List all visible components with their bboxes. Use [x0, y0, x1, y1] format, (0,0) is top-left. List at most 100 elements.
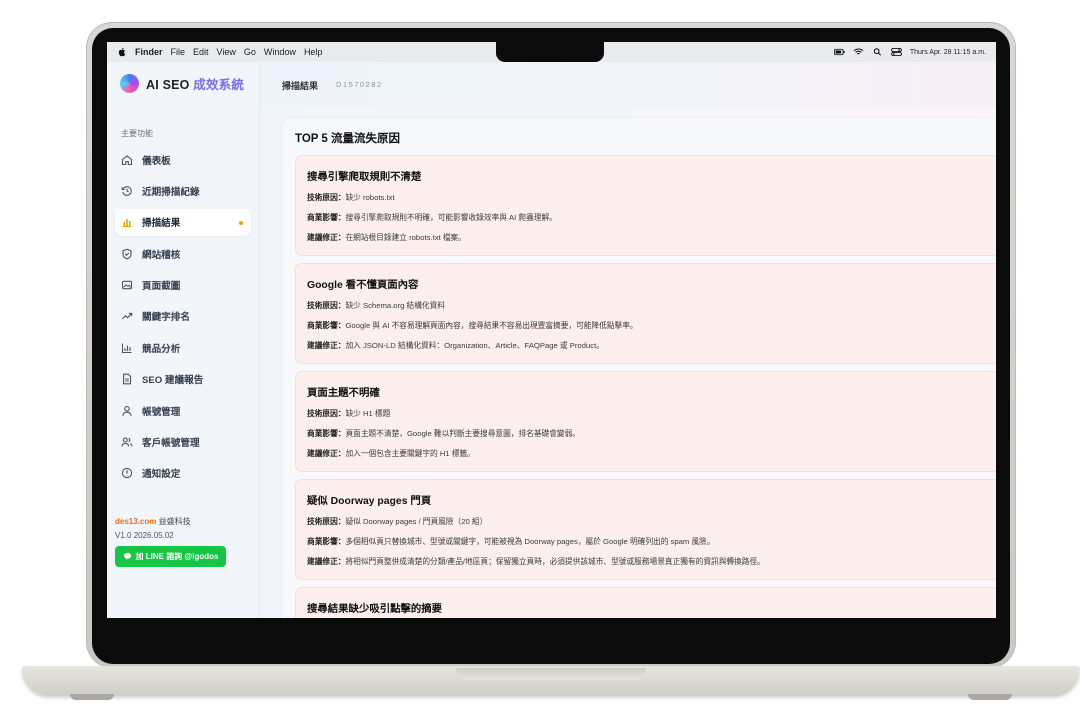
sidebar-item-notification-settings[interactable]: 通知設定: [115, 460, 251, 487]
business-impact-label: 商業影響：: [307, 213, 346, 222]
bar-chart-icon: [122, 219, 132, 228]
sidebar-item-label: 頁面截圖: [142, 281, 181, 293]
suggested-fix-text: 加入 JSON-LD 結構化資料：Organization、Article、FA…: [345, 341, 604, 350]
company-domain[interactable]: des13.com: [115, 517, 156, 526]
business-impact-row: 商業影響：搜尋引擎爬取規則不明確，可能影響收錄效率與 AI 爬蟲理解。: [307, 212, 557, 223]
sidebar-item-label: 近期掃描紀錄: [142, 186, 200, 198]
issue-card[interactable]: 疑似 Doorway pages 門頁 技術原因：疑似 Doorway page…: [295, 479, 996, 580]
users-icon: [121, 437, 133, 447]
issue-card[interactable]: 頁面主題不明確 技術原因：缺少 H1 標題 商業影響：頁面主題不清楚，Googl…: [295, 371, 996, 472]
home-icon: [121, 154, 133, 165]
sidebar-item-label: 客戶帳號管理: [142, 438, 200, 450]
issue-title: 搜尋結果缺少吸引點擊的摘要: [307, 604, 443, 615]
top5-panel: TOP 5 流量流失原因 搜尋引擎爬取規則不清楚 技術原因：缺少 robots.…: [282, 118, 996, 618]
sidebar-item-client-accounts[interactable]: 客戶帳號管理: [115, 429, 251, 456]
business-impact-label: 商業影響：: [307, 321, 346, 330]
wifi-icon[interactable]: [853, 48, 864, 56]
chart-icon: [121, 343, 132, 353]
sidebar-section-label: 主要功能: [121, 129, 153, 138]
company-name: 益盛科技: [158, 517, 191, 526]
issue-card[interactable]: Google 看不懂頁面內容 技術原因：缺少 Schema.org 結構化資料 …: [295, 263, 996, 364]
bell-icon: [121, 468, 133, 479]
main-content: 掃描結果 D1570282 TOP 5 流量流失原因 搜尋引擎爬取規則不清楚 技…: [260, 62, 996, 618]
suggested-fix-label: 建議修正：: [307, 557, 346, 566]
line-contact-label: 加 LINE 諮詢 @igodos: [135, 552, 219, 561]
menubar-clock[interactable]: Thurs Apr. 28 11:15 a.m.: [910, 49, 986, 56]
business-impact-text: 搜尋引擎爬取規則不明確，可能影響收錄效率與 AI 爬蟲理解。: [345, 213, 557, 222]
camera-notch: [496, 40, 604, 62]
version-info: V1.0 2026.05.02: [115, 531, 174, 540]
menu-go[interactable]: Go: [244, 47, 256, 57]
brand[interactable]: AI SEO 成效系統: [120, 74, 244, 93]
sidebar-item-label: 掃描結果: [142, 218, 181, 230]
suggested-fix-row: 建議修正：在網站根目錄建立 robots.txt 檔案。: [307, 232, 466, 243]
sidebar-item-keyword-ranking[interactable]: 關鍵字排名: [115, 303, 251, 330]
sidebar-item-account-management[interactable]: 帳號管理: [115, 397, 251, 424]
tech-reason-label: 技術原因：: [307, 301, 346, 310]
sidebar-item-scan-results[interactable]: 掃描結果: [115, 208, 251, 236]
sidebar-item-dashboard[interactable]: 儀表板: [115, 146, 251, 173]
menu-help[interactable]: Help: [304, 47, 323, 57]
battery-icon[interactable]: [833, 48, 845, 56]
laptop-foot: [70, 694, 114, 700]
tech-reason-text: 缺少 H1 標題: [345, 409, 391, 418]
company-info: des13.com 益盛科技: [115, 516, 191, 527]
issue-card[interactable]: 搜尋結果缺少吸引點擊的摘要: [295, 587, 996, 618]
business-impact-text: Google 與 AI 不容易理解頁面內容，搜尋結果不容易出現豐富摘要，可能降低…: [345, 321, 638, 330]
suggested-fix-text: 將相似門頁整併成清楚的分類/產品/地區頁；保留獨立頁時，必須提供該城市、型號或服…: [345, 557, 765, 566]
tech-reason-label: 技術原因：: [307, 409, 346, 418]
business-impact-label: 商業影響：: [307, 537, 346, 546]
menu-edit[interactable]: Edit: [193, 47, 209, 57]
suggested-fix-label: 建議修正：: [307, 449, 346, 458]
business-impact-text: 頁面主題不清楚，Google 難以判斷主要搜尋意圖，排名基礎會變弱。: [345, 429, 580, 438]
suggested-fix-row: 建議修正：加入一個包含主要關鍵字的 H1 標籤。: [307, 448, 475, 459]
page-title: 掃描結果: [282, 81, 319, 91]
line-contact-button[interactable]: 加 LINE 諮詢 @igodos: [115, 546, 226, 567]
business-impact-text: 多個相似頁只替換城市、型號或關鍵字，可能被視為 Doorway pages，屬於…: [345, 537, 715, 546]
version-number: V1.0: [115, 531, 132, 540]
laptop-opening-groove: [456, 668, 646, 680]
menu-file[interactable]: File: [171, 47, 186, 57]
menu-finder[interactable]: Finder: [135, 47, 163, 57]
sidebar-item-label: SEO 建議報告: [142, 375, 204, 387]
suggested-fix-row: 建議修正：加入 JSON-LD 結構化資料：Organization、Artic…: [307, 340, 604, 351]
suggested-fix-label: 建議修正：: [307, 233, 346, 242]
sidebar-item-seo-report[interactable]: SEO 建議報告: [115, 366, 251, 393]
control-center-icon[interactable]: [891, 48, 902, 56]
brand-title: AI SEO 成效系統: [146, 74, 244, 93]
tech-reason-text: 缺少 Schema.org 結構化資料: [345, 301, 445, 310]
apple-icon[interactable]: [117, 47, 127, 57]
sidebar-item-label: 帳號管理: [142, 406, 181, 418]
laptop-foot: [968, 694, 1012, 700]
chat-icon: [123, 552, 131, 560]
suggested-fix-text: 加入一個包含主要關鍵字的 H1 標籤。: [345, 449, 475, 458]
brand-name: AI SEO: [146, 78, 190, 92]
menu-window[interactable]: Window: [264, 47, 296, 57]
panel-title: TOP 5 流量流失原因: [295, 133, 401, 145]
sidebar-item-recent-scans[interactable]: 近期掃描紀錄: [115, 177, 251, 204]
screen: Finder File Edit View Go Window Help Thu…: [107, 42, 996, 618]
brand-subtitle: 成效系統: [193, 78, 245, 92]
menu-view[interactable]: View: [217, 47, 236, 57]
scan-id: D1570282: [336, 80, 383, 89]
sidebar-item-label: 儀表板: [142, 155, 171, 167]
tech-reason-row: 技術原因：疑似 Doorway pages / 門頁風險（20 組）: [307, 516, 487, 527]
app-window: AI SEO 成效系統 主要功能 儀表板 近期掃描紀錄 掃描結果 網站稽核 頁面…: [107, 62, 996, 618]
image-icon: [121, 280, 133, 290]
logo-icon: [120, 74, 139, 93]
history-icon: [121, 186, 132, 196]
issue-card[interactable]: 搜尋引擎爬取規則不清楚 技術原因：缺少 robots.txt 商業影響：搜尋引擎…: [295, 155, 996, 256]
sidebar-item-competitor-analysis[interactable]: 競品分析: [115, 334, 251, 361]
topbar: 掃描結果 D1570282: [260, 62, 996, 108]
trending-up-icon: [121, 313, 133, 320]
suggested-fix-text: 在網站根目錄建立 robots.txt 檔案。: [345, 233, 466, 242]
sidebar-item-label: 通知設定: [142, 469, 181, 481]
user-icon: [122, 405, 132, 416]
suggested-fix-row: 建議修正：將相似門頁整併成清楚的分類/產品/地區頁；保留獨立頁時，必須提供該城市…: [307, 556, 765, 567]
issue-title: Google 看不懂頁面內容: [307, 280, 419, 291]
search-icon[interactable]: [872, 48, 883, 56]
sidebar-item-page-screenshot[interactable]: 頁面截圖: [115, 272, 251, 299]
menubar-status-area: Thurs Apr. 28 11:15 a.m.: [833, 42, 986, 62]
sidebar-item-site-audit[interactable]: 網站稽核: [115, 240, 251, 267]
issue-title: 疑似 Doorway pages 門頁: [307, 496, 432, 507]
